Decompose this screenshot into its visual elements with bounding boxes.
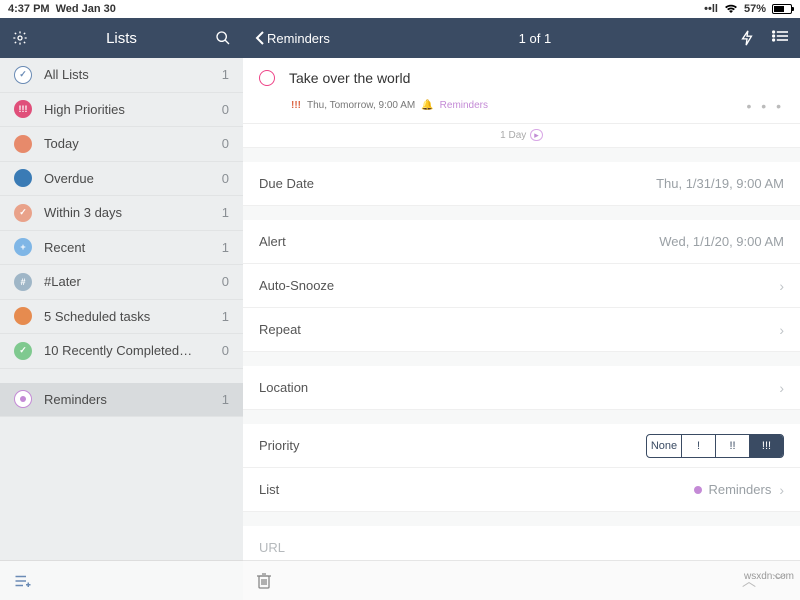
wifi-icon: [724, 4, 738, 14]
sidebar-item[interactable]: # #Later0: [0, 265, 243, 300]
quick-action-icon[interactable]: [740, 30, 754, 46]
sidebar-header: Lists: [0, 18, 243, 58]
alert-row[interactable]: Alert Wed, 1/1/20, 9:00 AM: [243, 220, 800, 264]
sidebar-item-label: #Later: [44, 274, 222, 289]
sidebar-title: Lists: [28, 30, 215, 47]
sidebar-item-label: All Lists: [44, 67, 222, 82]
list-icon: ✓: [14, 204, 32, 222]
task-checkbox[interactable]: [259, 70, 275, 86]
sidebar-item-count: 1: [222, 67, 229, 82]
list-icon: [14, 307, 32, 325]
task-card: Take over the world !!! Thu, Tomorrow, 9…: [243, 58, 800, 124]
task-when: Thu, Tomorrow, 9:00 AM: [307, 100, 415, 111]
priority-seg-1[interactable]: !: [681, 435, 715, 457]
list-icon: !!!: [14, 100, 32, 118]
sidebar-item[interactable]: ✓ 10 Recently Completed…0: [0, 334, 243, 369]
sidebar-item-count: 0: [222, 171, 229, 186]
priority-seg-2[interactable]: !!: [715, 435, 749, 457]
task-title[interactable]: Take over the world: [289, 70, 410, 86]
due-date-value: Thu, 1/31/19, 9:00 AM: [656, 176, 784, 191]
sidebar-item-label: Overdue: [44, 171, 222, 186]
sidebar-item-count: 0: [222, 102, 229, 117]
list-icon: [14, 169, 32, 187]
sidebar-item-count: 1: [222, 392, 229, 407]
repeat-row[interactable]: Repeat ›: [243, 308, 800, 352]
back-label: Reminders: [267, 31, 330, 46]
priority-badge: !!!: [291, 100, 301, 111]
alert-icon: 🔔: [421, 100, 433, 111]
status-time: 4:37 PM: [8, 3, 50, 15]
search-icon[interactable]: [215, 30, 231, 46]
priority-seg-3[interactable]: !!!: [749, 435, 783, 457]
priority-segmented: None!!!!!!: [646, 434, 784, 458]
list-icon: #: [14, 273, 32, 291]
task-subtitle: !!! Thu, Tomorrow, 9:00 AM 🔔 Reminders •…: [291, 100, 784, 111]
sidebar-item[interactable]: 5 Scheduled tasks1: [0, 300, 243, 335]
task-counter: 1 of 1: [330, 31, 740, 46]
detail-body[interactable]: Take over the world !!! Thu, Tomorrow, 9…: [243, 58, 800, 560]
priority-seg-0[interactable]: None: [647, 435, 681, 457]
add-list-icon[interactable]: [14, 574, 32, 588]
chevron-right-icon: ›: [779, 380, 784, 396]
list-value: Reminders: [708, 482, 771, 497]
day-chip: 1 Day▸: [243, 124, 800, 148]
battery-icon: [772, 4, 792, 14]
sidebar-item-count: 0: [222, 343, 229, 358]
url-row[interactable]: URL: [243, 526, 800, 560]
status-bar: 4:37 PM Wed Jan 30 ••ll 57%: [0, 0, 800, 18]
list-icon: ✓: [14, 66, 32, 84]
more-icon[interactable]: • • •: [747, 98, 784, 114]
signal-icon: ••ll: [704, 3, 718, 15]
detail-panel: Reminders 1 of 1 Take over the world !!: [243, 18, 800, 600]
detail-footer: ︿ ﹀: [243, 560, 800, 600]
sidebar-item-reminders[interactable]: Reminders1: [0, 383, 243, 418]
sidebar-item[interactable]: + Recent1: [0, 231, 243, 266]
detail-header: Reminders 1 of 1: [243, 18, 800, 58]
sidebar-item[interactable]: Overdue0: [0, 162, 243, 197]
list-icon: [14, 135, 32, 153]
sidebar-item[interactable]: ✓ Within 3 days1: [0, 196, 243, 231]
list-row[interactable]: List Reminders ›: [243, 468, 800, 512]
due-date-row[interactable]: Due Date Thu, 1/31/19, 9:00 AM: [243, 162, 800, 206]
sidebar-item-count: 1: [222, 240, 229, 255]
list-icon: +: [14, 238, 32, 256]
task-list-label: Reminders: [440, 100, 488, 111]
sidebar: Lists ✓All Lists1!!!High Priorities0Toda…: [0, 18, 243, 600]
sidebar-footer: [0, 560, 243, 600]
list-view-icon[interactable]: [772, 30, 788, 46]
list-icon: [14, 390, 32, 408]
sidebar-item-count: 1: [222, 205, 229, 220]
list-color-dot: [694, 486, 702, 494]
sidebar-item-label: Within 3 days: [44, 205, 222, 220]
sidebar-item-label: 10 Recently Completed…: [44, 343, 222, 358]
sidebar-item-label: Today: [44, 136, 222, 151]
sidebar-item-count: 0: [222, 274, 229, 289]
sidebar-item-count: 0: [222, 136, 229, 151]
chevron-right-icon: ›: [779, 482, 784, 498]
back-button[interactable]: Reminders: [255, 31, 330, 46]
status-date: Wed Jan 30: [56, 3, 116, 15]
chevron-right-icon: ›: [779, 278, 784, 294]
sidebar-item-count: 1: [222, 309, 229, 324]
priority-row: Priority None!!!!!!: [243, 424, 800, 468]
trash-icon[interactable]: [257, 572, 271, 590]
watermark: wsxdn.com: [744, 571, 794, 582]
battery-percent: 57%: [744, 3, 766, 15]
sidebar-item-label: Reminders: [44, 392, 222, 407]
sidebar-item-label: Recent: [44, 240, 222, 255]
chevron-right-icon: ›: [779, 322, 784, 338]
sidebar-item[interactable]: ✓ All Lists1: [0, 58, 243, 93]
sidebar-item-label: 5 Scheduled tasks: [44, 309, 222, 324]
location-row[interactable]: Location ›: [243, 366, 800, 410]
sidebar-item[interactable]: !!! High Priorities0: [0, 93, 243, 128]
auto-snooze-row[interactable]: Auto-Snooze ›: [243, 264, 800, 308]
settings-icon[interactable]: [12, 30, 28, 46]
alert-value: Wed, 1/1/20, 9:00 AM: [659, 234, 784, 249]
sidebar-item[interactable]: Today0: [0, 127, 243, 162]
sidebar-item-label: High Priorities: [44, 102, 222, 117]
lists-container: ✓All Lists1!!!High Priorities0Today0Over…: [0, 58, 243, 560]
list-icon: ✓: [14, 342, 32, 360]
